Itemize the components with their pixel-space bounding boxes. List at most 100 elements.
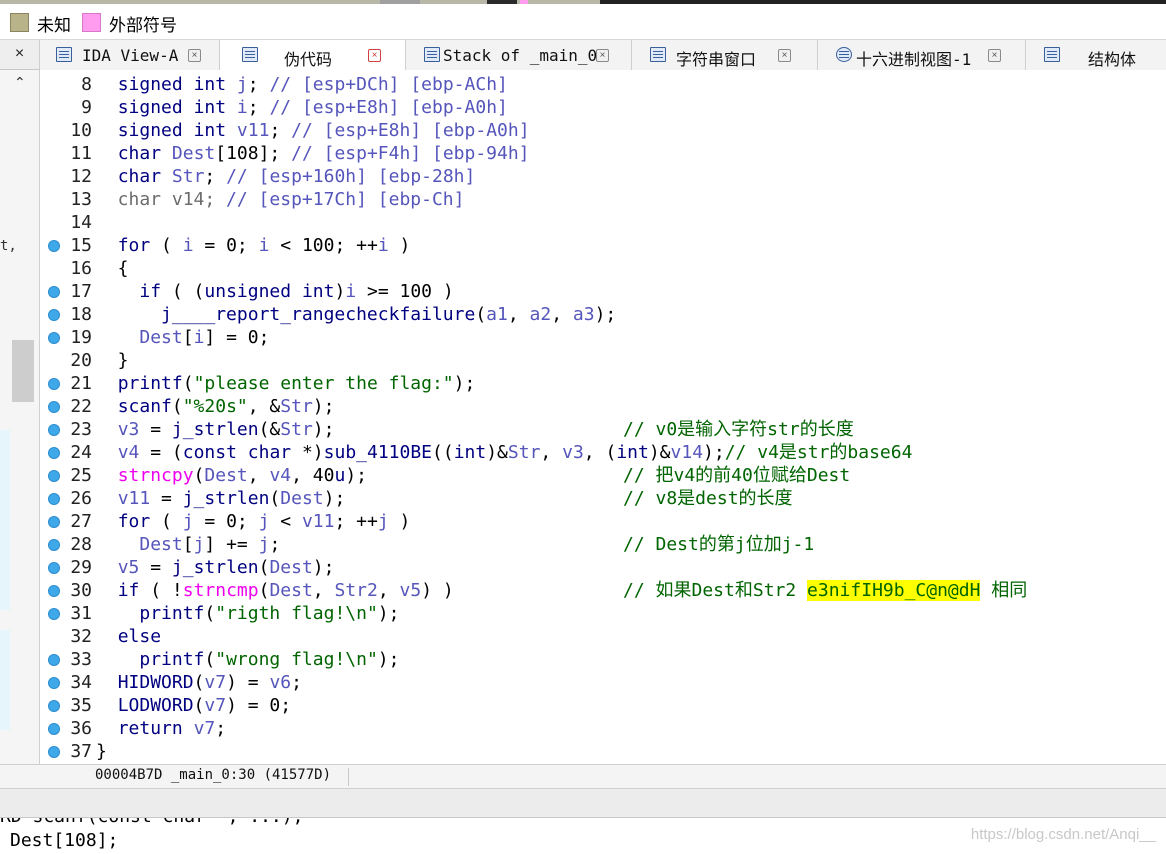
pane-divider[interactable] <box>0 788 1166 818</box>
code-line[interactable]: 11 char Dest[108]; // [esp+F4h] [ebp-94h… <box>40 142 1166 165</box>
tab-pseudocode[interactable]: 伪代码 × <box>220 40 406 71</box>
breakpoint-dot-icon[interactable] <box>48 493 60 505</box>
code-line[interactable]: 34 HIDWORD(v7) = v6; <box>40 671 1166 694</box>
code-comment: // v8是dest的长度 <box>623 488 793 509</box>
highlighted-string: e3nifIH9b_C@n@dH <box>807 580 981 601</box>
code-line[interactable]: 22 scanf("%20s", &Str); <box>40 395 1166 418</box>
breakpoint-dot-icon[interactable] <box>48 562 60 574</box>
code-line[interactable]: 14 <box>40 211 1166 234</box>
line-number: 27 <box>70 511 92 532</box>
scroll-up-icon[interactable]: ⌃ <box>14 74 26 91</box>
code-line[interactable]: 26 v11 = j_strlen(Dest); // v8是dest的长度 <box>40 487 1166 510</box>
code-line[interactable]: 12 char Str; // [esp+160h] [ebp-28h] <box>40 165 1166 188</box>
tab-stack[interactable]: Stack of _main_0 × <box>406 40 632 70</box>
code-text: signed int j; // [esp+DCh] [ebp-ACh] <box>117 74 508 95</box>
code-line[interactable]: 24 v4 = (const char *)sub_4110BE((int)&S… <box>40 441 1166 464</box>
breakpoint-dot-icon[interactable] <box>48 746 60 758</box>
breakpoint-dot-icon[interactable] <box>48 240 60 252</box>
code-line[interactable]: 20 } <box>40 349 1166 372</box>
breakpoint-dot-icon[interactable] <box>48 401 60 413</box>
breakpoint-dot-icon[interactable] <box>48 470 60 482</box>
code-text: v11 = j_strlen(Dest); <box>117 488 346 509</box>
ida-view-icon <box>56 47 72 62</box>
strings-icon <box>650 47 666 62</box>
code-line[interactable]: 35 LODWORD(v7) = 0; <box>40 694 1166 717</box>
line-number: 19 <box>70 327 92 348</box>
code-line[interactable]: 29 v5 = j_strlen(Dest); <box>40 556 1166 579</box>
code-line[interactable]: 13 char v14; // [esp+17Ch] [ebp-Ch] <box>40 188 1166 211</box>
code-line[interactable]: 27 for ( j = 0; j < v11; ++j ) <box>40 510 1166 533</box>
breakpoint-dot-icon[interactable] <box>48 677 60 689</box>
code-text: signed int i; // [esp+E8h] [ebp-A0h] <box>117 97 508 118</box>
breakpoint-dot-icon[interactable] <box>48 332 60 344</box>
code-line[interactable]: 16 { <box>40 257 1166 280</box>
code-line[interactable]: 15 for ( i = 0; i < 100; ++i ) <box>40 234 1166 257</box>
line-number: 13 <box>70 189 92 210</box>
code-line[interactable]: 25 strncpy(Dest, v4, 40u); // 把v4的前40位赋给D… <box>40 464 1166 487</box>
tab-label: IDA View-A <box>82 46 179 65</box>
close-icon[interactable]: × <box>988 49 1001 62</box>
breakpoint-dot-icon[interactable] <box>48 700 60 712</box>
code-line[interactable]: 31 printf("rigth flag!\n"); <box>40 602 1166 625</box>
line-number: 16 <box>70 258 92 279</box>
breakpoint-dot-icon[interactable] <box>48 654 60 666</box>
tab-structures[interactable]: 结构体 <box>1026 40 1166 70</box>
code-text: for ( i = 0; i < 100; ++i ) <box>117 235 411 256</box>
pseudocode-view[interactable]: 8 signed int j; // [esp+DCh] [ebp-ACh] 9 … <box>40 70 1166 764</box>
code-line[interactable]: 36 return v7; <box>40 717 1166 740</box>
breakpoint-dot-icon[interactable] <box>48 447 60 459</box>
close-icon[interactable]: × <box>596 49 609 62</box>
line-number: 14 <box>70 212 92 233</box>
left-pane-highlight <box>0 430 10 500</box>
breakpoint-dot-icon[interactable] <box>48 608 60 620</box>
line-number: 34 <box>70 672 92 693</box>
code-line[interactable]: 23 v3 = j_strlen(&Str); // v0是输入字符str的长度 <box>40 418 1166 441</box>
code-line[interactable]: 8 signed int j; // [esp+DCh] [ebp-ACh] <box>40 73 1166 96</box>
code-text: signed int v11; // [esp+E8h] [ebp-A0h] <box>117 120 530 141</box>
close-icon[interactable]: × <box>188 49 201 62</box>
breakpoint-dot-icon[interactable] <box>48 585 60 597</box>
close-icon[interactable]: × <box>778 49 791 62</box>
code-line[interactable]: 19 Dest[i] = 0; <box>40 326 1166 349</box>
code-line[interactable]: 33 printf("wrong flag!\n"); <box>40 648 1166 671</box>
line-number: 22 <box>70 396 92 417</box>
line-number: 15 <box>70 235 92 256</box>
breakpoint-dot-icon[interactable] <box>48 539 60 551</box>
code-line[interactable]: 21 printf("please enter the flag:"); <box>40 372 1166 395</box>
tab-ida-view[interactable]: IDA View-A × <box>40 40 220 70</box>
status-separator <box>348 768 349 786</box>
close-icon[interactable]: × <box>368 49 381 62</box>
close-icon[interactable]: × <box>0 40 40 69</box>
code-line[interactable]: 28 Dest[j] += j; // Dest的第j位加j-1 <box>40 533 1166 556</box>
code-line[interactable]: 32 else <box>40 625 1166 648</box>
code-line[interactable]: 17 if ( (unsigned int)i >= 100 ) <box>40 280 1166 303</box>
breakpoint-dot-icon[interactable] <box>48 723 60 735</box>
code-text: HIDWORD(v7) = v6; <box>117 672 302 693</box>
code-line[interactable]: 37} <box>40 740 1166 763</box>
line-number: 10 <box>70 120 92 141</box>
tab-label: 伪代码 <box>284 50 333 69</box>
line-number: 18 <box>70 304 92 325</box>
code-comment: // v0是输入字符str的长度 <box>623 419 854 440</box>
scrollbar-thumb[interactable] <box>12 340 34 402</box>
line-number: 35 <box>70 695 92 716</box>
tab-hex-view[interactable]: 十六进制视图-1 × <box>818 40 1026 70</box>
tab-strip: × IDA View-A × 伪代码 × Stack of _main_0 × … <box>0 40 1166 71</box>
breakpoint-dot-icon[interactable] <box>48 309 60 321</box>
line-number: 9 <box>81 97 92 118</box>
line-number: 29 <box>70 557 92 578</box>
code-line[interactable]: 30 if ( !strncmp(Dest, Str2, v5) ) // 如果D… <box>40 579 1166 602</box>
structures-icon <box>1044 47 1060 62</box>
code-text: Dest[i] = 0; <box>139 327 270 348</box>
breakpoint-dot-icon[interactable] <box>48 424 60 436</box>
line-number: 23 <box>70 419 92 440</box>
breakpoint-dot-icon[interactable] <box>48 286 60 298</box>
code-line[interactable]: 9 signed int i; // [esp+E8h] [ebp-A0h] <box>40 96 1166 119</box>
code-line[interactable]: 18 j____report_rangecheckfailure(a1, a2,… <box>40 303 1166 326</box>
code-text: else <box>117 626 162 647</box>
breakpoint-dot-icon[interactable] <box>48 378 60 390</box>
tab-strings[interactable]: 字符串窗口 × <box>632 40 818 70</box>
code-line[interactable]: 10 signed int v11; // [esp+E8h] [ebp-A0h… <box>40 119 1166 142</box>
breakpoint-dot-icon[interactable] <box>48 516 60 528</box>
legend-swatch-unknown <box>10 13 29 32</box>
